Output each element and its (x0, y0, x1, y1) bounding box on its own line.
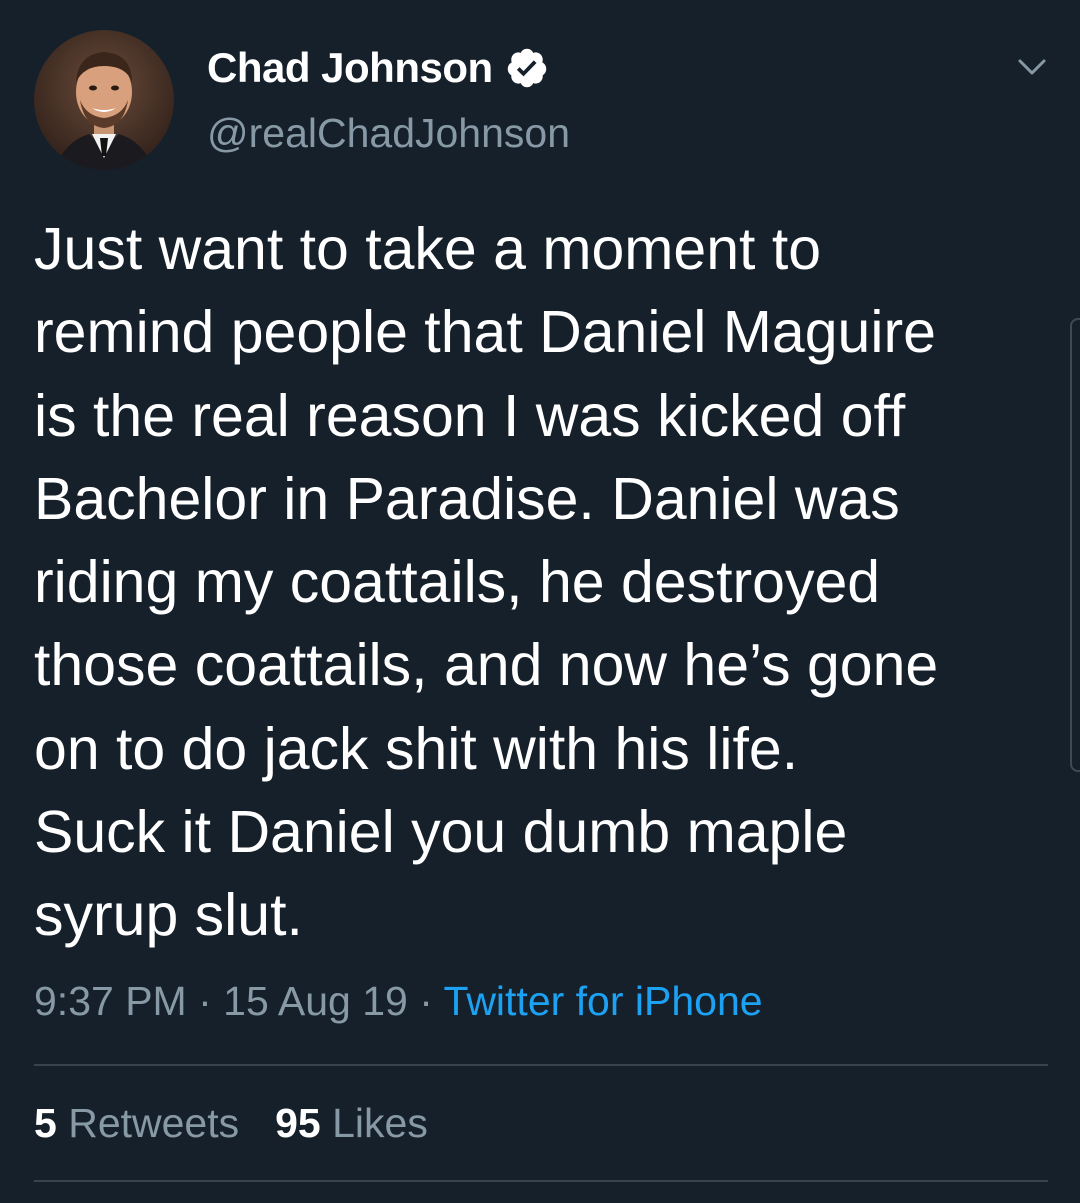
retweets-stat[interactable]: 5 Retweets (34, 1100, 239, 1146)
tweet-stats: 5 Retweets 95 Likes (34, 1100, 428, 1147)
author-handle[interactable]: @realChadJohnson (207, 110, 570, 157)
tweet-source-link[interactable]: Twitter for iPhone (444, 978, 763, 1024)
avatar[interactable] (34, 30, 174, 170)
chevron-down-icon[interactable] (1012, 52, 1052, 82)
retweets-count: 5 (34, 1100, 57, 1146)
tweet-text: Just want to take a moment to remind peo… (34, 208, 1044, 958)
likes-label: Likes (320, 1100, 428, 1146)
tweet-text-line: those coattails, and now he’s gone (34, 632, 939, 699)
tweet-text-line: Suck it Daniel you dumb maple (34, 799, 848, 866)
tweet-metadata: 9:37 PM · 15 Aug 19 · Twitter for iPhone (34, 978, 763, 1025)
likes-stat[interactable]: 95 Likes (275, 1100, 428, 1146)
meta-separator: · (407, 978, 444, 1024)
tweet-text-line: Just want to take a moment to (34, 216, 822, 282)
retweets-label: Retweets (56, 1100, 240, 1146)
author-name-row[interactable]: Chad Johnson (207, 42, 549, 94)
tweet-text-line: remind people that Daniel Maguire (34, 299, 936, 366)
tweet-date: 15 Aug 19 (223, 978, 408, 1024)
tweet-text-line: on to do jack shit with his life. (34, 715, 799, 782)
divider (34, 1180, 1048, 1182)
verified-badge-icon (505, 46, 549, 90)
tweet-text-line: Bachelor in Paradise. Daniel was (34, 465, 900, 532)
profile-photo (34, 30, 174, 170)
tweet-text-line: riding my coattails, he destroyed (34, 549, 881, 616)
meta-separator: · (186, 978, 224, 1024)
tweet-time: 9:37 PM (34, 978, 187, 1024)
likes-count: 95 (275, 1100, 321, 1146)
tweet-text-line: is the real reason I was kicked off (34, 382, 906, 449)
author-display-name[interactable]: Chad Johnson (207, 44, 493, 92)
scrollbar[interactable] (1070, 318, 1080, 772)
tweet-detail-screen: Chad Johnson @realChadJohnson Just want … (0, 0, 1080, 1203)
tweet-text-line: syrup slut. (34, 882, 303, 949)
divider (34, 1064, 1048, 1066)
